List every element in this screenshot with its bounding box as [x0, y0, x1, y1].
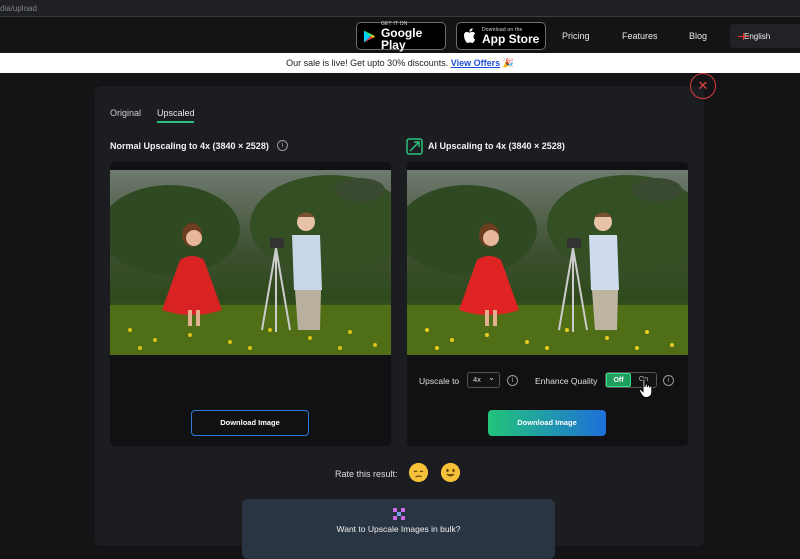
browser-url-bar[interactable]: dia/upload — [0, 0, 800, 17]
ai-upscaled-image — [407, 170, 688, 355]
close-icon[interactable]: ✕ — [690, 73, 716, 99]
top-nav: GET IT ON Google Play Download on the Ap… — [0, 17, 800, 53]
url-prefix: dia — [0, 4, 11, 13]
toggle-off-option[interactable]: Off — [606, 373, 632, 387]
normal-upscaling-heading: Normal Upscaling to 4x (3840 × 2528) — [110, 141, 269, 151]
info-icon[interactable]: i — [277, 140, 288, 151]
banner-text: Our sale is live! Get upto 30% discounts… — [286, 58, 449, 68]
happy-face-icon[interactable] — [441, 463, 460, 482]
google-play-icon — [363, 29, 376, 43]
download-ai-button[interactable]: Download Image — [488, 410, 606, 436]
apple-icon — [464, 28, 476, 43]
app-store-label: App Store — [482, 32, 540, 46]
app-store-button[interactable]: Download on the App Store — [456, 22, 546, 50]
language-selector[interactable]: English ⌄ — [730, 24, 800, 48]
info-icon[interactable]: i — [663, 375, 674, 386]
upscale-factor-value: 4x — [473, 375, 481, 384]
upscale-factor-select[interactable]: 4x ⌄ — [467, 372, 500, 388]
bulk-grid-icon — [393, 508, 405, 520]
info-icon[interactable]: i — [507, 375, 518, 386]
google-play-label: Google Play — [380, 26, 423, 52]
nav-link-features[interactable]: Features — [622, 31, 658, 41]
enhance-quality-label: Enhance Quality — [535, 376, 598, 386]
hand-cursor-icon — [638, 378, 653, 398]
active-tab-indicator — [157, 121, 194, 123]
ai-upscale-icon — [406, 138, 423, 155]
rate-label: Rate this result: — [335, 469, 398, 479]
ai-upscaling-heading: AI Upscaling to 4x (3840 × 2528) — [428, 141, 565, 151]
chevron-down-icon: ⌄ — [488, 373, 495, 382]
google-play-button[interactable]: GET IT ON Google Play — [356, 21, 446, 52]
download-normal-button[interactable]: Download Image — [191, 410, 309, 436]
tab-upscaled[interactable]: Upscaled — [157, 108, 195, 118]
sad-face-icon[interactable] — [409, 463, 428, 482]
normal-upscaled-image — [110, 170, 391, 355]
nav-link-pricing[interactable]: Pricing — [562, 31, 590, 41]
party-icon: 🎉 — [502, 58, 514, 68]
tab-original[interactable]: Original — [110, 108, 141, 118]
upscale-to-label: Upscale to — [419, 376, 460, 386]
sale-banner: Our sale is live! Get upto 30% discounts… — [0, 53, 800, 73]
nav-link-blog[interactable]: Blog — [689, 31, 707, 41]
url-path: /upload — [10, 4, 37, 13]
view-offers-link[interactable]: View Offers — [451, 58, 500, 68]
